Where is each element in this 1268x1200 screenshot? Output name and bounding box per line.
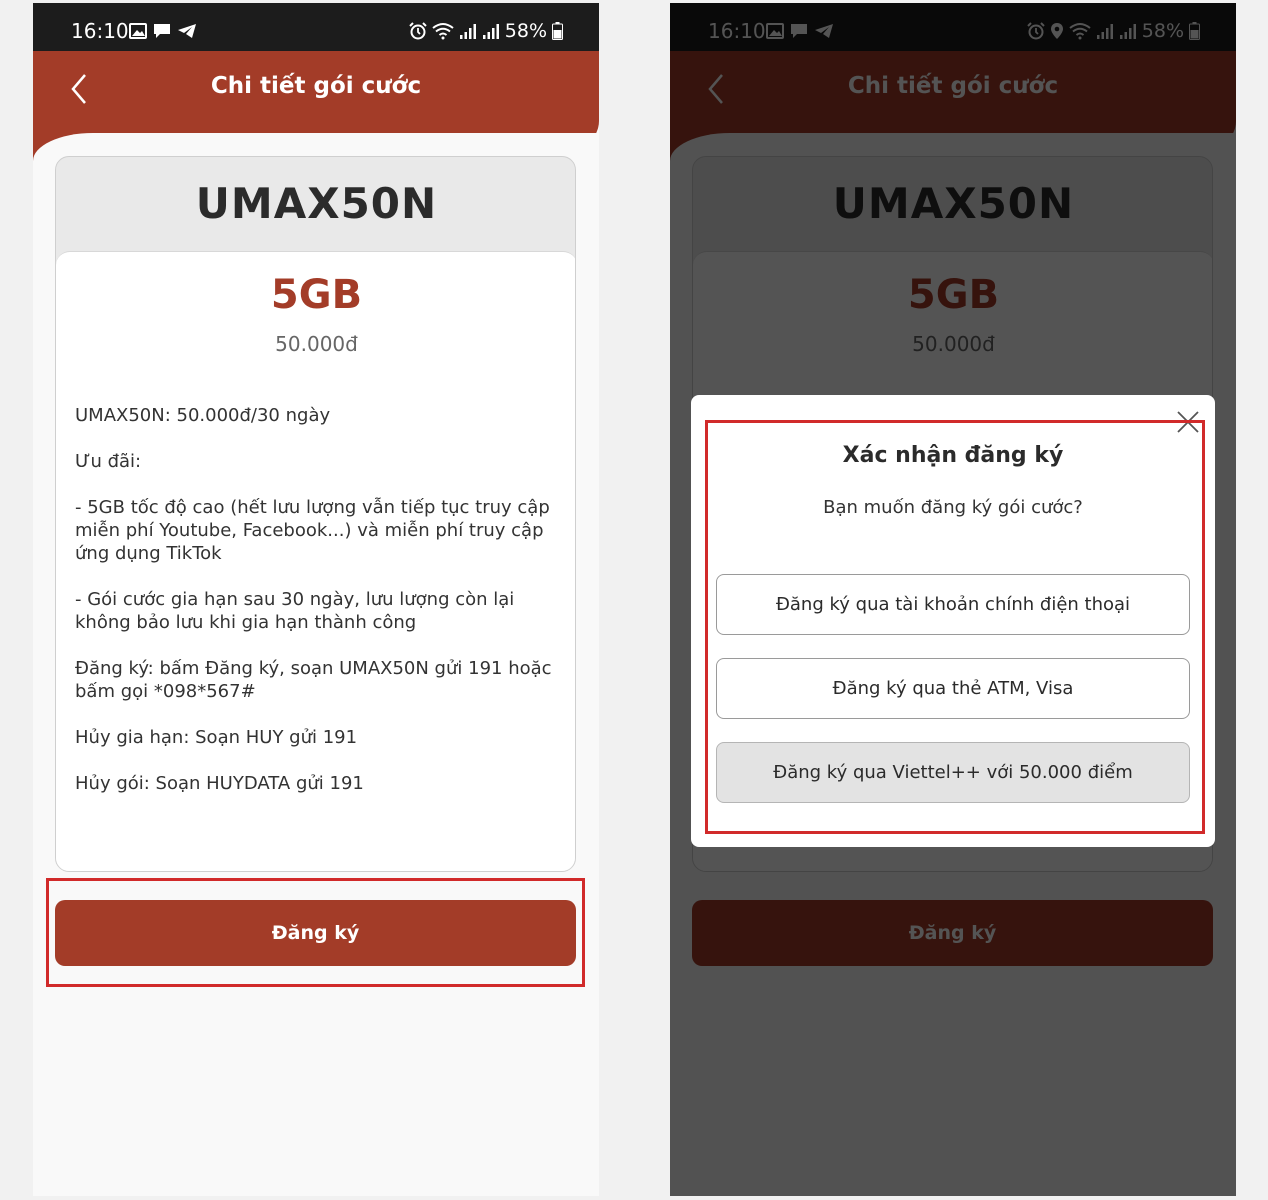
- package-data-size: 5GB: [270, 272, 363, 318]
- description-line: Hủy gói: Soạn HUYDATA gửi 191: [75, 773, 364, 794]
- highlight-box-dialog: [705, 420, 1205, 834]
- description-line: Đăng ký: bấm Đăng ký, soạn UMAX50N gửi 1…: [75, 658, 552, 702]
- battery-icon: [552, 22, 563, 40]
- description-line: UMAX50N: 50.000đ/30 ngày: [75, 405, 331, 426]
- description-line: Ưu đãi:: [75, 451, 142, 472]
- package-code: UMAX50N: [195, 179, 438, 228]
- wifi-icon: [432, 23, 454, 40]
- battery-percent: 58%: [504, 20, 547, 42]
- signal-sim1-icon: [459, 24, 476, 39]
- page-title: Chi tiết gói cước: [210, 73, 422, 99]
- status-bar: 16:10 58%: [33, 3, 599, 51]
- package-detail-panel: 5GB 50.000đ UMAX50N: 50.000đ/30 ngày Ưu …: [56, 251, 575, 871]
- signal-sim2-icon: [482, 24, 499, 39]
- package-card: UMAX50N 5GB 50.000đ UMAX50N: 50.000đ/30 …: [55, 156, 576, 872]
- status-time: 16:10: [71, 19, 129, 43]
- alarm-icon: [409, 22, 427, 40]
- package-description: UMAX50N: 50.000đ/30 ngày Ưu đãi: - 5GB t…: [75, 404, 565, 818]
- message-notification-icon: [154, 24, 170, 38]
- phone-screen-package-detail: 16:10 58% Chi tiết gói cước UMAX50N 5GB …: [33, 3, 599, 1196]
- highlight-box-register-button: [46, 878, 585, 987]
- description-line: - 5GB tốc độ cao (hết lưu lượng vẫn tiếp…: [75, 497, 550, 564]
- package-price: 50.000đ: [275, 332, 358, 356]
- description-line: Hủy gia hạn: Soạn HUY gửi 191: [75, 727, 358, 748]
- image-notification-icon: [129, 23, 147, 39]
- description-line: - Gói cước gia hạn sau 30 ngày, lưu lượn…: [75, 589, 515, 633]
- telegram-notification-icon: [178, 24, 196, 38]
